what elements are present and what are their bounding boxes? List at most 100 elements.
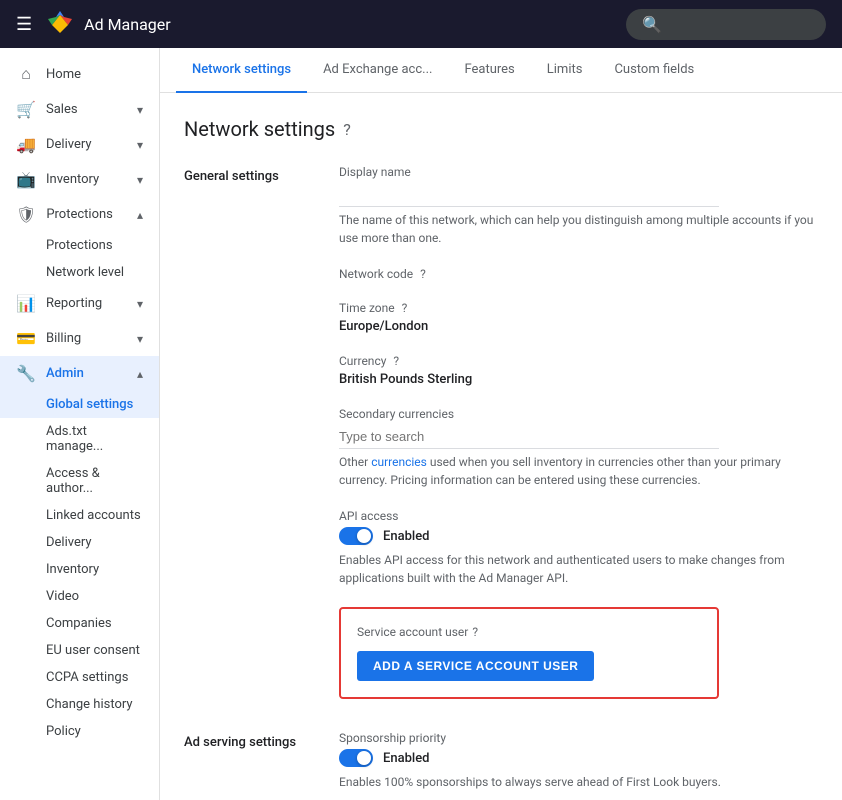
sidebar-item-home[interactable]: ⌂ Home [0, 56, 159, 92]
service-account-help-icon[interactable]: ? [472, 625, 478, 639]
sponsorship-toggle[interactable] [339, 749, 373, 767]
timezone-label: Time zone ? [339, 301, 818, 315]
sponsorship-label: Sponsorship priority [339, 731, 818, 745]
sidebar-sub-item-ads-txt[interactable]: Ads.txt manage... [0, 418, 159, 460]
service-account-box: Service account user ? ADD A SERVICE ACC… [339, 607, 719, 699]
sidebar-sub-item-policy[interactable]: Policy [0, 718, 159, 745]
timezone-field: Time zone ? Europe/London [339, 301, 818, 334]
sidebar-sub-item-inventory[interactable]: Inventory [0, 556, 159, 583]
inventory-icon: 📺 [16, 170, 36, 189]
secondary-currencies-label: Secondary currencies [339, 407, 818, 421]
main-layout: ⌂ Home 🛒 Sales ▾ 🚚 Delivery ▾ 📺 Inventor… [0, 48, 842, 800]
sidebar-item-reporting[interactable]: 📊 Reporting ▾ [0, 286, 159, 321]
sidebar-sub-label: EU user consent [46, 643, 140, 658]
currency-label: Currency ? [339, 354, 818, 368]
page-title-row: Network settings ? [184, 117, 818, 141]
logo-icon [44, 8, 76, 40]
sidebar-sub-item-ccpa[interactable]: CCPA settings [0, 664, 159, 691]
sidebar-sub-item-global-settings[interactable]: Global settings [0, 391, 159, 418]
tabs-bar: Network settings Ad Exchange acc... Feat… [160, 48, 842, 93]
protections-icon: 🛡 [16, 205, 36, 224]
network-code-help-icon[interactable]: ? [420, 267, 426, 281]
sidebar: ⌂ Home 🛒 Sales ▾ 🚚 Delivery ▾ 📺 Inventor… [0, 48, 160, 800]
currency-help-icon[interactable]: ? [393, 354, 399, 368]
service-account-label: Service account user ? [357, 625, 701, 639]
sidebar-sub-label: CCPA settings [46, 670, 128, 685]
chevron-up-icon: ▴ [137, 367, 143, 381]
display-name-label: Display name [339, 165, 818, 179]
search-icon: 🔍 [642, 15, 662, 34]
sidebar-sub-item-eu-user-consent[interactable]: EU user consent [0, 637, 159, 664]
network-code-field: Network code ? [339, 267, 818, 281]
chevron-down-icon: ▾ [137, 173, 143, 187]
sidebar-sub-item-access-author[interactable]: Access & author... [0, 460, 159, 502]
general-settings-section: General settings Display name The name o… [184, 165, 818, 699]
section-label-ad-serving: Ad serving settings [184, 731, 339, 800]
chevron-up-icon: ▴ [137, 208, 143, 222]
sidebar-item-billing[interactable]: 💳 Billing ▾ [0, 321, 159, 356]
currency-value: British Pounds Sterling [339, 372, 818, 387]
tab-network-settings[interactable]: Network settings [176, 48, 307, 93]
api-enabled-label: Enabled [383, 529, 430, 544]
sidebar-sub-item-network-level[interactable]: Network level [0, 259, 159, 286]
home-icon: ⌂ [16, 64, 36, 84]
secondary-currencies-field: Secondary currencies Other currencies us… [339, 407, 818, 489]
display-name-desc: The name of this network, which can help… [339, 211, 818, 247]
tab-custom-fields[interactable]: Custom fields [598, 48, 710, 93]
admin-icon: 🔧 [16, 364, 36, 383]
sidebar-sub-item-protections[interactable]: Protections [0, 232, 159, 259]
sidebar-sub-item-delivery[interactable]: Delivery [0, 529, 159, 556]
sidebar-sub-label: Ads.txt manage... [46, 424, 143, 454]
sidebar-sub-label: Delivery [46, 535, 92, 550]
sidebar-item-inventory[interactable]: 📺 Inventory ▾ [0, 162, 159, 197]
tab-ad-exchange[interactable]: Ad Exchange acc... [307, 48, 448, 93]
menu-icon[interactable]: ☰ [16, 14, 32, 35]
section-content-general: Display name The name of this network, w… [339, 165, 818, 699]
section-label-general: General settings [184, 165, 339, 699]
api-desc: Enables API access for this network and … [339, 551, 818, 587]
chevron-down-icon: ▾ [137, 332, 143, 346]
reporting-icon: 📊 [16, 294, 36, 313]
sidebar-sub-item-companies[interactable]: Companies [0, 610, 159, 637]
sidebar-sub-label: Video [46, 589, 79, 604]
sidebar-sub-label: Protections [46, 238, 113, 253]
currencies-desc: Other currencies used when you sell inve… [339, 453, 818, 489]
timezone-help-icon[interactable]: ? [402, 301, 408, 315]
sidebar-sub-item-change-history[interactable]: Change history [0, 691, 159, 718]
sidebar-item-protections[interactable]: 🛡 Protections ▴ [0, 197, 159, 232]
logo: Ad Manager [44, 8, 171, 40]
chevron-down-icon: ▾ [137, 103, 143, 117]
secondary-currencies-input[interactable] [339, 425, 719, 449]
currencies-link[interactable]: currencies [371, 455, 427, 469]
sidebar-sub-item-linked-accounts[interactable]: Linked accounts [0, 502, 159, 529]
sidebar-sub-label: Change history [46, 697, 133, 712]
sidebar-sub-label: Linked accounts [46, 508, 141, 523]
chevron-down-icon: ▾ [137, 138, 143, 152]
sponsorship-field: Sponsorship priority Enabled Enables 100… [339, 731, 818, 791]
sidebar-sub-item-video[interactable]: Video [0, 583, 159, 610]
api-access-toggle-row: Enabled [339, 527, 818, 545]
sidebar-item-sales[interactable]: 🛒 Sales ▾ [0, 92, 159, 127]
page-title: Network settings [184, 117, 335, 141]
network-code-label: Network code ? [339, 267, 818, 281]
billing-icon: 💳 [16, 329, 36, 348]
sidebar-sub-label: Policy [46, 724, 81, 739]
api-access-label: API access [339, 509, 818, 523]
sponsorship-toggle-row: Enabled [339, 749, 818, 767]
sidebar-item-admin[interactable]: 🔧 Admin ▴ [0, 356, 159, 391]
add-service-account-button[interactable]: ADD A SERVICE ACCOUNT USER [357, 651, 594, 681]
sponsorship-enabled-label: Enabled [383, 751, 430, 766]
tab-limits[interactable]: Limits [531, 48, 599, 93]
delivery-icon: 🚚 [16, 135, 36, 154]
sidebar-sub-label: Network level [46, 265, 124, 280]
sponsorship-desc: Enables 100% sponsorships to always serv… [339, 773, 818, 791]
sidebar-sub-label: Inventory [46, 562, 99, 577]
app-title: Ad Manager [84, 15, 171, 34]
sidebar-item-delivery[interactable]: 🚚 Delivery ▾ [0, 127, 159, 162]
help-icon[interactable]: ? [343, 120, 351, 139]
tab-features[interactable]: Features [448, 48, 530, 93]
search-bar[interactable]: 🔍 [626, 9, 826, 40]
api-access-toggle[interactable] [339, 527, 373, 545]
display-name-input[interactable] [339, 183, 719, 207]
ad-serving-settings-section: Ad serving settings Sponsorship priority… [184, 731, 818, 800]
